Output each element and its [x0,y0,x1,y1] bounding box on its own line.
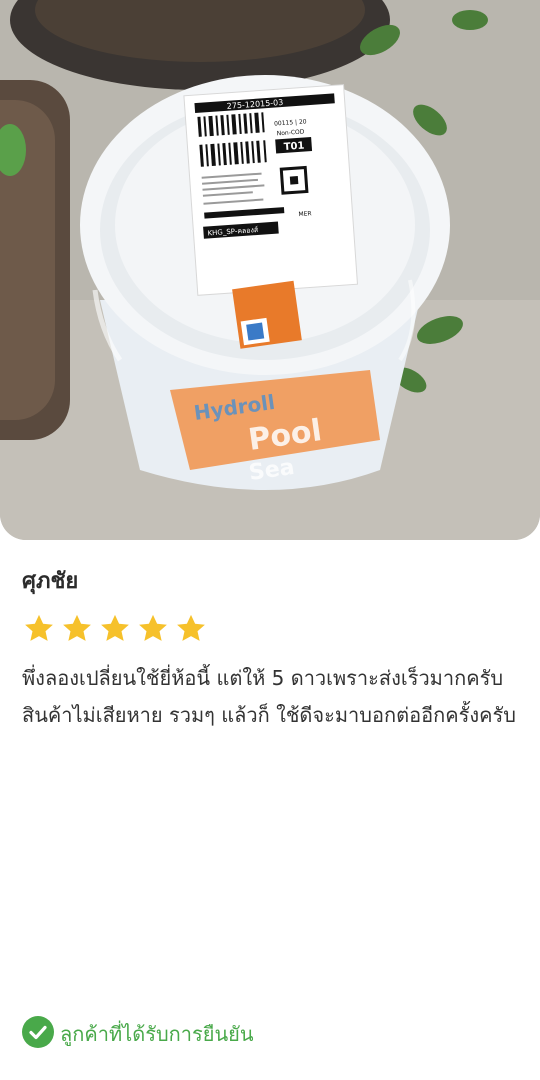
star-icon [98,612,132,646]
label-sort: T01 [283,141,304,153]
review-content: ศุภชัย พึ่งลองเปลี่ยนใช้ยี่ห้อนี้ แต่ให้… [22,562,522,754]
review-text: พึ่งลองเปลี่ยนใช้ยี่ห้อนี้ แต่ให้ 5 ดาวเ… [22,666,516,727]
star-icon [60,612,94,646]
star-icon [136,612,170,646]
star-icon [22,612,56,646]
reviewer-name: ศุภชัย [22,569,79,594]
verified-badge: ลูกค้าที่ได้รับการยืนยัน [22,1016,254,1052]
label-mer: MER [298,210,312,218]
review-photo[interactable]: 275-12015-03 00115 | 20 Non-COD T01 KHG_… [0,0,540,540]
star-icon [174,612,208,646]
star-rating [22,612,522,646]
check-circle-icon [22,1016,54,1052]
verified-label: ลูกค้าที่ได้รับการยืนยัน [60,1022,254,1046]
